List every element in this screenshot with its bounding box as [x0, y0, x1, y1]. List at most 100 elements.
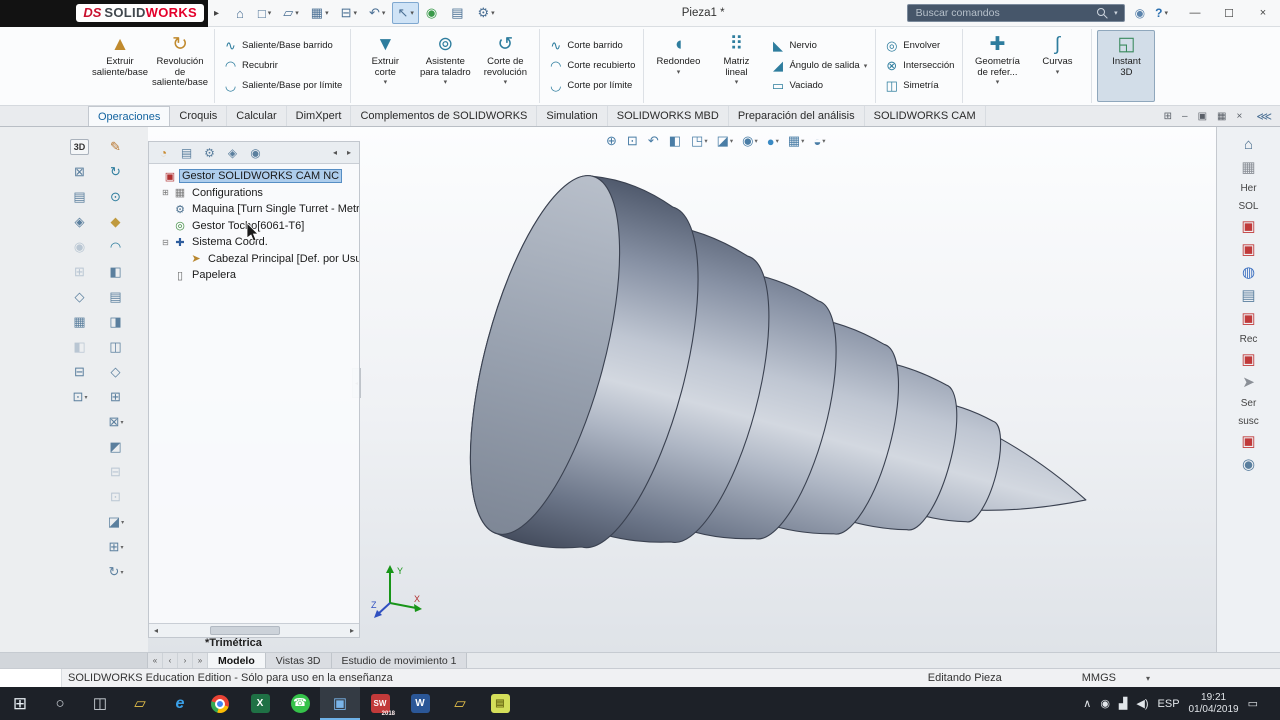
tray-chevron-button[interactable]: ∧ — [1083, 697, 1091, 710]
scroll-first-button[interactable]: « — [148, 653, 163, 668]
tab-solidworks-mbd[interactable]: SOLIDWORKS MBD — [608, 106, 729, 126]
display-style-button[interactable]: ◪ ▾ — [714, 132, 737, 150]
document-minimize-button[interactable]: – — [1182, 111, 1188, 122]
search-input[interactable] — [913, 6, 1092, 20]
taskpane-list-icon[interactable]: ▤ — [1241, 288, 1255, 304]
tab-simulation[interactable]: Simulation — [537, 106, 608, 126]
propertymanager-tab[interactable]: ▤ — [175, 143, 198, 163]
linear-pattern-button[interactable]: ⠿ Matriz lineal ▾ — [707, 30, 765, 102]
view-orientation-button[interactable]: ◳ ▾ — [688, 132, 711, 150]
tool-a8[interactable]: ▦ — [66, 310, 94, 334]
tool-b17[interactable]: ⊞ ▾ — [102, 535, 130, 559]
tool-a6[interactable]: ⊞ — [66, 260, 94, 284]
close-button[interactable]: × — [1246, 0, 1280, 27]
task-view-button[interactable]: ◫ — [80, 687, 120, 720]
swept-boss-button[interactable]: ∿ Saliente/Base barrido — [220, 38, 345, 54]
tree-item[interactable]: ▣ Gestor SOLIDWORKS CAM NC — [151, 168, 357, 185]
intersect-button[interactable]: ⊗ Intersección — [881, 58, 957, 74]
minimize-button[interactable]: — — [1178, 0, 1212, 27]
instant-3d-button[interactable]: ◱ Instant 3D — [1097, 30, 1156, 102]
cortana-button[interactable]: ○ — [40, 687, 80, 720]
boundary-cut-button[interactable]: ◡ Corte por límite — [545, 78, 638, 94]
scroll-next-button[interactable]: › — [178, 653, 193, 668]
tool-b3[interactable]: ⊙ — [102, 185, 130, 209]
draft-button[interactable]: ◢ Ángulo de salida ▾ — [767, 58, 870, 74]
task-list-button[interactable]: ▤ — [446, 2, 470, 24]
boundary-boss-button[interactable]: ◡ Saliente/Base por límite — [220, 78, 345, 94]
tab-solidworks-cam[interactable]: SOLIDWORKS CAM — [865, 106, 986, 126]
tool-a5[interactable]: ◉ — [66, 235, 94, 259]
mirror-button[interactable]: ◫ Simetría — [881, 78, 957, 94]
hide-show-items-button[interactable]: ◉ ▾ — [739, 132, 761, 150]
search-icon[interactable] — [1097, 7, 1108, 19]
taskpane-red-icon-1[interactable]: ▣ — [1241, 219, 1255, 235]
taskpane-community-icon[interactable]: ◉ — [1242, 457, 1255, 473]
zoom-fit-button[interactable]: ⊕ — [603, 132, 621, 150]
display-tool-button[interactable]: ◈ — [66, 210, 94, 234]
tool-b14[interactable]: ⊟ — [102, 460, 130, 484]
restore-button[interactable]: ☐ — [1212, 0, 1246, 27]
undo-button[interactable]: ↶ ▾ — [364, 2, 390, 24]
chrome-button[interactable] — [200, 687, 240, 720]
tool-b13[interactable]: ◩ — [102, 435, 130, 459]
rib-button[interactable]: ◣ Nervio — [767, 38, 870, 54]
action-center-icon[interactable]: ▭ — [1248, 697, 1258, 710]
featuremanager-tab[interactable]: ◔ — [152, 143, 175, 163]
tool-b4[interactable]: ◆ — [102, 210, 130, 234]
tool-b11[interactable]: ⊞ — [102, 385, 130, 409]
tree-item[interactable]: ⚙ Maquina [Turn Single Turret - Metr — [151, 201, 359, 218]
units-dropdown-icon[interactable]: ▾ — [1146, 674, 1150, 683]
edit-appearance-button[interactable]: ● ▾ — [764, 133, 782, 150]
tab-croquis[interactable]: Croquis — [170, 106, 228, 126]
tool-b5[interactable]: ◠ — [102, 235, 130, 259]
taskpane-tools-icon[interactable]: ▦ — [1241, 160, 1255, 176]
taskpane-home-icon[interactable]: ⌂ — [1244, 137, 1253, 153]
tool-b15[interactable]: ⊡ — [102, 485, 130, 509]
revolve-boss-button[interactable]: ↻ Revolución de saliente/base — [151, 30, 209, 102]
help-button[interactable]: ? ▾ — [1155, 6, 1168, 20]
tool-a9[interactable]: ◧ — [66, 335, 94, 359]
scrollbar-track[interactable] — [163, 624, 345, 637]
tool-b8[interactable]: ◨ — [102, 310, 130, 334]
swept-cut-button[interactable]: ∿ Corte barrido — [545, 38, 638, 54]
fillet-button[interactable]: ◖ Redondeo ▾ — [649, 30, 707, 102]
tab-preparacion-analisis[interactable]: Preparación del análisis — [729, 106, 865, 126]
sketch-button[interactable]: ✎ — [102, 135, 130, 159]
tray-language[interactable]: ESP — [1158, 698, 1180, 710]
tree-horizontal-scrollbar[interactable]: ◂ ▸ — [149, 623, 359, 637]
sticky-notes-button[interactable]: ▤ — [480, 687, 520, 720]
open-document-button[interactable]: ▱ ▾ — [278, 2, 304, 24]
file-explorer-button[interactable]: ▱ — [120, 687, 160, 720]
tray-volume-icon[interactable]: ◀) — [1136, 697, 1148, 710]
view-settings-button[interactable]: ◒ ▾ — [810, 133, 828, 150]
word-button[interactable]: W — [400, 687, 440, 720]
taskpane-globe-icon[interactable]: ◍ — [1242, 265, 1255, 281]
shell-button[interactable]: ▭ Vaciado — [767, 78, 870, 94]
tab-calcular[interactable]: Calcular — [227, 106, 287, 126]
standard-views-button[interactable]: ⊠ — [66, 160, 94, 184]
tool-a11[interactable]: ⊡ ▾ — [66, 385, 94, 409]
tray-network-icon[interactable]: ▟ — [1119, 697, 1127, 710]
folder-button[interactable]: ▱ — [440, 687, 480, 720]
whatsapp-button[interactable]: ☎ — [280, 687, 320, 720]
displaymanager-tab[interactable]: ◉ — [244, 143, 267, 163]
print-button[interactable]: ⊟ ▾ — [336, 2, 362, 24]
search-dropdown-icon[interactable]: ▾ — [1114, 9, 1118, 17]
tab-modelo[interactable]: Modelo — [208, 653, 266, 668]
wrap-button[interactable]: ◎ Envolver — [881, 38, 957, 54]
configurationmanager-tab[interactable]: ⚙ — [198, 143, 221, 163]
save-button[interactable]: ▦ ▾ — [306, 2, 334, 24]
taskpane-red-icon-4[interactable]: ▣ — [1241, 352, 1255, 368]
document-restore-button[interactable]: ▣ — [1198, 111, 1207, 122]
tool-b2[interactable]: ↻ — [102, 160, 130, 184]
tab-dimxpert[interactable]: DimXpert — [287, 106, 352, 126]
taskpane-label-susc[interactable]: susc — [1238, 416, 1259, 427]
tab-complementos[interactable]: Complementos de SOLIDWORKS — [351, 106, 538, 126]
collapse-taskpane-icon[interactable]: ⋘ — [1256, 106, 1280, 126]
tool-b9[interactable]: ◫ — [102, 335, 130, 359]
home-button[interactable]: ⌂ — [231, 2, 251, 24]
options-button[interactable]: ⚙ ▾ — [473, 2, 500, 24]
excel-button[interactable]: X — [240, 687, 280, 720]
document-tile-button[interactable]: ▦ — [1217, 111, 1226, 122]
view-3d-button[interactable]: 3D — [66, 135, 94, 159]
